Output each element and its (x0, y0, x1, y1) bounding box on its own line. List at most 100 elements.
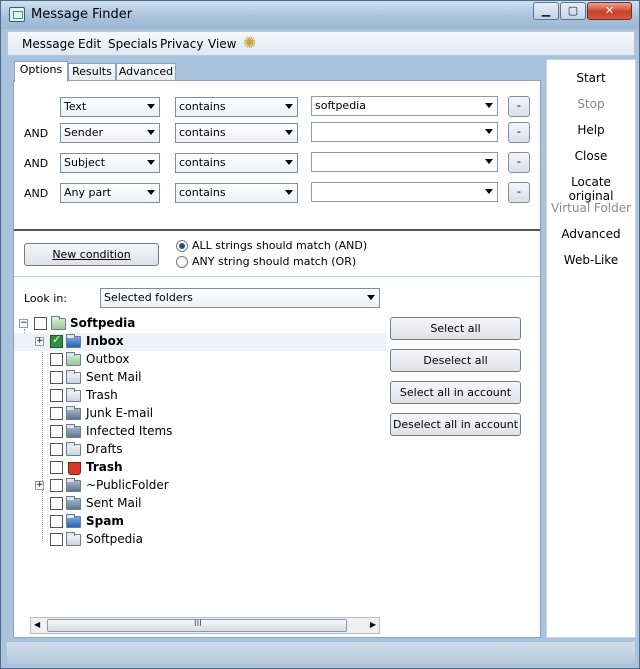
menu-view[interactable]: View (208, 37, 236, 51)
tree-item-outbox[interactable]: Outbox (14, 351, 386, 369)
tree-item-public-folder[interactable]: + ~PublicFolder (14, 477, 386, 495)
remove-condition-4-button[interactable]: - (508, 182, 530, 203)
tab-options[interactable]: Options (14, 61, 68, 82)
condition-3-op-value: contains (179, 156, 226, 169)
tree-item-infected[interactable]: Infected Items (14, 423, 386, 441)
match-all-radio[interactable] (176, 240, 188, 252)
tree-item-account[interactable]: − Softpedia (14, 315, 386, 333)
condition-2-op[interactable]: contains (175, 123, 298, 143)
condition-3-field-value: Subject (64, 156, 106, 169)
tree-checkbox[interactable] (50, 389, 63, 402)
chevron-down-icon (485, 159, 493, 164)
deselect-all-button[interactable]: Deselect all (390, 349, 521, 372)
condition-3-field[interactable]: Subject (60, 153, 160, 173)
remove-condition-3-button[interactable]: - (508, 152, 530, 173)
tree-checkbox[interactable] (50, 515, 63, 528)
tree-checkbox[interactable] (34, 317, 47, 330)
stop-button[interactable]: Stop (547, 97, 635, 111)
scroll-right-icon[interactable]: ▶ (370, 620, 376, 629)
locate-original-button[interactable]: Locate original (547, 175, 635, 203)
help-button[interactable]: Help (547, 123, 635, 137)
look-in-label: Look in: (24, 292, 67, 305)
remove-condition-1-button[interactable]: - (508, 96, 530, 117)
advanced-button[interactable]: Advanced (547, 227, 635, 241)
condition-1-field[interactable]: Text (60, 97, 160, 117)
window-title: Message Finder (31, 7, 133, 22)
tree-checkbox[interactable] (50, 461, 63, 474)
tree-checkbox[interactable] (50, 425, 63, 438)
deselect-all-in-account-button[interactable]: Deselect all in account (390, 413, 521, 436)
tree-item-sent-mail[interactable]: Sent Mail (14, 369, 386, 387)
match-any-radio[interactable] (176, 256, 188, 268)
tab-advanced[interactable]: Advanced (116, 63, 176, 81)
tree-label: Inbox (86, 334, 124, 348)
expand-icon[interactable]: + (35, 481, 44, 490)
tree-checkbox[interactable] (50, 353, 63, 366)
expand-icon[interactable]: + (35, 337, 44, 346)
tree-label: Softpedia (86, 532, 143, 546)
tree-checkbox[interactable] (50, 407, 63, 420)
virtual-folder-button[interactable]: Virtual Folder (547, 201, 635, 215)
folder-tree: − Softpedia + Inbox Outbox Sent Mail (14, 315, 386, 605)
tree-item-junk[interactable]: Junk E-mail (14, 405, 386, 423)
look-in-select[interactable]: Selected folders (100, 288, 380, 308)
tree-checkbox[interactable] (50, 333, 63, 348)
folder-icon (66, 424, 81, 438)
tree-item-trash[interactable]: Trash (14, 387, 386, 405)
menu-message[interactable]: Message (22, 37, 75, 51)
condition-2-value[interactable] (311, 122, 498, 142)
chevron-down-icon (285, 104, 293, 109)
condition-3-value[interactable] (311, 152, 498, 172)
tree-checkbox[interactable] (50, 443, 63, 456)
tab-results[interactable]: Results (68, 63, 116, 81)
menu-privacy[interactable]: Privacy (160, 37, 203, 51)
tree-item-softpedia[interactable]: Softpedia (14, 531, 386, 549)
web-like-button[interactable]: Web-Like (547, 253, 635, 267)
folder-icon (66, 478, 81, 492)
horizontal-scrollbar[interactable]: ◀ III ▶ (30, 617, 380, 634)
condition-2-join: AND (24, 127, 49, 140)
menu-specials[interactable]: Specials (108, 37, 158, 51)
select-all-in-account-button[interactable]: Select all in account (390, 381, 521, 404)
tree-item-inbox[interactable]: + Inbox (14, 333, 386, 351)
condition-2-op-value: contains (179, 126, 226, 139)
tree-label: Junk E-mail (86, 406, 154, 420)
tree-item-drafts[interactable]: Drafts (14, 441, 386, 459)
remove-condition-2-button[interactable]: - (508, 122, 530, 143)
new-condition-button[interactable]: New condition (24, 243, 159, 266)
options-panel: Text contains softpedia - AND Sender con… (13, 80, 541, 638)
chevron-down-icon (485, 189, 493, 194)
app-icon (9, 7, 25, 22)
scroll-left-icon[interactable]: ◀ (34, 620, 40, 629)
condition-1-value[interactable]: softpedia (311, 96, 498, 116)
scroll-thumb[interactable]: III (47, 619, 347, 632)
maximize-button[interactable]: ▢ (560, 2, 586, 20)
gear-icon[interactable]: ✺ (243, 35, 259, 51)
condition-1-op[interactable]: contains (175, 97, 298, 117)
tree-label: Sent Mail (86, 496, 142, 510)
tree-item-sent-mail-2[interactable]: Sent Mail (14, 495, 386, 513)
spam-folder-icon (66, 514, 81, 528)
menu-bar: Message Edit Specials Privacy View ✺ (7, 31, 635, 56)
collapse-icon[interactable]: − (19, 319, 28, 328)
close-button[interactable]: ✕ (587, 2, 632, 20)
condition-4-op[interactable]: contains (175, 183, 298, 203)
close-action-button[interactable]: Close (547, 149, 635, 163)
select-all-button[interactable]: Select all (390, 317, 521, 340)
outbox-folder-icon (66, 352, 81, 366)
folder-icon (66, 406, 81, 420)
tree-checkbox[interactable] (50, 497, 63, 510)
condition-3-op[interactable]: contains (175, 153, 298, 173)
tree-checkbox[interactable] (50, 533, 63, 546)
tree-item-spam[interactable]: Spam (14, 513, 386, 531)
condition-2-field[interactable]: Sender (60, 123, 160, 143)
condition-4-field[interactable]: Any part (60, 183, 160, 203)
start-button[interactable]: Start (547, 71, 635, 85)
tree-checkbox[interactable] (50, 479, 63, 492)
menu-edit[interactable]: Edit (78, 37, 101, 51)
condition-4-value[interactable] (311, 182, 498, 202)
minimize-button[interactable]: ▁ (533, 2, 559, 20)
condition-1-op-value: contains (179, 100, 226, 113)
tree-checkbox[interactable] (50, 371, 63, 384)
tree-item-trash-bin[interactable]: Trash (14, 459, 386, 477)
